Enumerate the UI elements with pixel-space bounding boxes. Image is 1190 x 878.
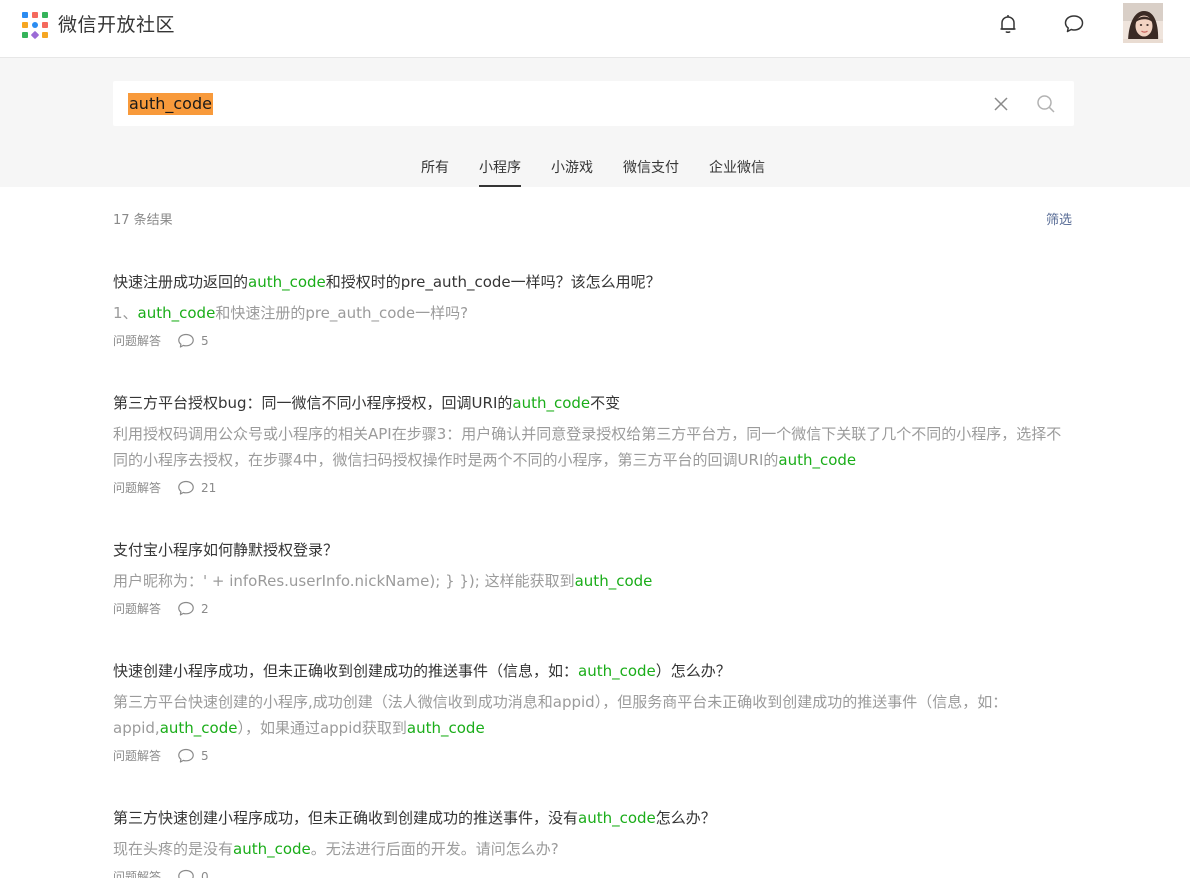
keyword-highlight: auth_code (574, 572, 653, 590)
search-icon[interactable] (1036, 94, 1056, 114)
top-navigation-bar: 微信开放社区 (0, 0, 1190, 58)
keyword-highlight: auth_code (233, 840, 311, 858)
list-item[interactable]: 支付宝小程序如何静默授权登录？ 用户昵称为：' + infoRes.userInf… (113, 538, 1073, 618)
result-title[interactable]: 快速创建小程序成功，但未正确收到创建成功的推送事件（信息，如：auth_code… (113, 659, 1073, 683)
list-item[interactable]: 第三方快速创建小程序成功，但未正确收到创建成功的推送事件，没有auth_code… (113, 806, 1073, 878)
tab-all[interactable]: 所有 (421, 158, 449, 187)
text-segment: ），如果通过appid获取到 (237, 719, 407, 737)
result-snippet: 用户昵称为：' + infoRes.userInfo.nickName); } … (113, 568, 1073, 594)
list-item[interactable]: 快速注册成功返回的auth_code和授权时的pre_auth_code一样吗？… (113, 270, 1073, 350)
comment-count: 5 (201, 749, 209, 763)
bell-icon[interactable] (996, 12, 1020, 36)
comment-icon (177, 601, 195, 617)
text-segment: ）怎么办？ (655, 662, 731, 680)
comment-count: 5 (201, 334, 209, 348)
text-segment: 用户昵称为：' + infoRes.userInfo.nickName); } … (113, 572, 575, 590)
comment-count: 2 (201, 602, 209, 616)
keyword-highlight: auth_code (137, 304, 216, 322)
wechat-dev-community-logo[interactable] (22, 12, 48, 40)
search-input[interactable]: auth_code (113, 81, 1074, 126)
result-snippet: 1、auth_code和快速注册的pre_auth_code一样吗? (113, 300, 1073, 326)
tab-wework[interactable]: 企业微信 (709, 158, 765, 187)
keyword-highlight: auth_code (512, 394, 591, 412)
category-label[interactable]: 问题解答 (113, 747, 161, 765)
result-snippet: 第三方平台快速创建的小程序,成功创建（法人微信收到成功消息和appid），但服务… (113, 689, 1073, 741)
tab-mini-program[interactable]: 小程序 (479, 158, 521, 187)
keyword-highlight: auth_code (578, 809, 656, 827)
result-title[interactable]: 支付宝小程序如何静默授权登录？ (113, 538, 1073, 562)
category-label[interactable]: 问题解答 (113, 332, 161, 350)
text-segment: 不变 (590, 394, 621, 412)
keyword-highlight: auth_code (248, 273, 326, 291)
text-segment: 1、 (113, 304, 138, 322)
text-segment: 怎么办？ (655, 809, 716, 827)
text-segment: 支付宝小程序如何静默授权登录？ (113, 541, 339, 559)
text-segment: 利用授权码调用公众号或小程序的相关API在步骤3：用户确认并同意登录授权给第三方… (113, 425, 1062, 469)
result-meta: 问题解答 5 (113, 332, 1073, 350)
search-section: auth_code 所有 小程序 小游戏 微信支付 企业微信 (0, 58, 1190, 187)
result-title[interactable]: 第三方快速创建小程序成功，但未正确收到创建成功的推送事件，没有auth_code… (113, 806, 1073, 830)
result-title[interactable]: 第三方平台授权bug：同一微信不同小程序授权，回调URI的auth_code不变 (113, 391, 1073, 415)
comment-icon (177, 333, 195, 349)
text-segment: 第三方快速创建小程序成功，但未正确收到创建成功的推送事件，没有 (113, 809, 579, 827)
comment-icon (177, 748, 195, 764)
category-tabs: 所有 小程序 小游戏 微信支付 企业微信 (0, 158, 1190, 187)
text-segment: 快速创建小程序成功，但未正确收到创建成功的推送事件（信息，如： (113, 662, 579, 680)
text-segment: 和授权时的pre_auth_code一样吗？该怎么用呢？ (325, 273, 661, 291)
text-segment: 第三方平台授权bug：同一微信不同小程序授权，回调URI的 (113, 394, 513, 412)
result-title[interactable]: 快速注册成功返回的auth_code和授权时的pre_auth_code一样吗？… (113, 270, 1073, 294)
result-meta: 问题解答 0 (113, 868, 1073, 878)
category-label[interactable]: 问题解答 (113, 479, 161, 497)
result-meta: 问题解答 21 (113, 479, 1073, 497)
result-meta: 问题解答 5 (113, 747, 1073, 765)
list-item[interactable]: 快速创建小程序成功，但未正确收到创建成功的推送事件（信息，如：auth_code… (113, 659, 1073, 765)
keyword-highlight: auth_code (406, 719, 485, 737)
category-label[interactable]: 问题解答 (113, 868, 161, 878)
keyword-highlight: auth_code (159, 719, 238, 737)
result-snippet: 现在头疼的是没有auth_code。无法进行后面的开发。请问怎么办? (113, 836, 1073, 862)
user-avatar[interactable] (1123, 3, 1163, 43)
result-count: 17 条结果 (113, 213, 173, 228)
result-meta: 问题解答 2 (113, 600, 1073, 618)
site-brand-name[interactable]: 微信开放社区 (58, 13, 175, 37)
filter-button[interactable]: 筛选 (1046, 212, 1072, 230)
comment-icon (177, 480, 195, 496)
list-item[interactable]: 第三方平台授权bug：同一微信不同小程序授权，回调URI的auth_code不变… (113, 391, 1073, 497)
text-segment: 快速注册成功返回的 (113, 273, 249, 291)
tab-wechat-pay[interactable]: 微信支付 (623, 158, 679, 187)
chat-bubble-icon[interactable] (1062, 12, 1086, 36)
text-segment: 现在头疼的是没有 (113, 840, 234, 858)
text-segment: 。无法进行后面的开发。请问怎么办? (310, 840, 559, 858)
tab-mini-game[interactable]: 小游戏 (551, 158, 593, 187)
category-label[interactable]: 问题解答 (113, 600, 161, 618)
close-icon[interactable] (992, 95, 1010, 113)
comment-icon (177, 869, 195, 878)
text-segment: 和快速注册的pre_auth_code一样吗? (215, 304, 469, 322)
keyword-highlight: auth_code (778, 451, 857, 469)
comment-count: 21 (201, 481, 217, 495)
search-query-text[interactable]: auth_code (128, 93, 213, 115)
comment-count: 0 (201, 870, 209, 878)
result-snippet: 利用授权码调用公众号或小程序的相关API在步骤3：用户确认并同意登录授权给第三方… (113, 421, 1073, 473)
keyword-highlight: auth_code (578, 662, 656, 680)
